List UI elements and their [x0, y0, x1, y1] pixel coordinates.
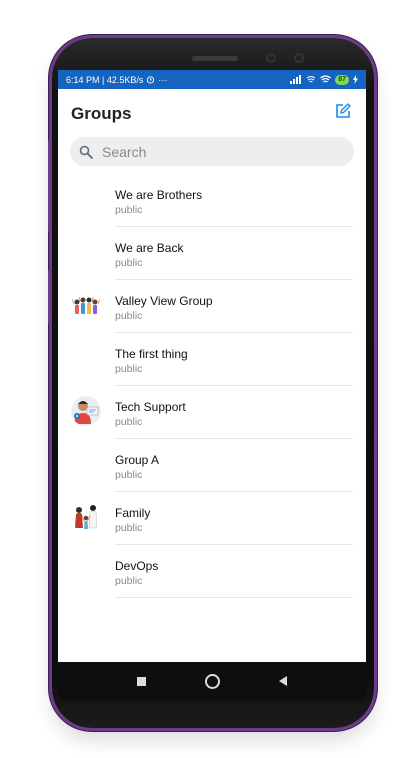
group-type: public — [115, 363, 143, 375]
wifi-icon — [320, 75, 332, 83]
earpiece-speaker — [192, 56, 238, 61]
list-item[interactable]: Valley View Group public — [58, 280, 366, 333]
volume-button — [48, 140, 51, 232]
divider — [115, 597, 353, 598]
search-icon — [79, 145, 93, 159]
bixby-button — [48, 270, 51, 324]
group-type: public — [115, 204, 143, 216]
home-button[interactable] — [204, 673, 220, 689]
group-list: We are Brothers public We are Back publi… — [58, 174, 366, 598]
group-name: Group A — [115, 453, 160, 467]
battery-indicator: 87 — [335, 74, 349, 85]
page-title: Groups — [71, 104, 132, 123]
list-item[interactable]: Family public — [58, 492, 366, 545]
search-input[interactable] — [100, 142, 304, 161]
group-type: public — [115, 469, 143, 481]
people-group-icon — [71, 296, 101, 314]
group-name: We are Back — [115, 241, 184, 255]
group-type: public — [115, 416, 143, 428]
android-nav-bar — [58, 662, 366, 700]
back-button[interactable] — [278, 676, 287, 686]
compose-icon[interactable] — [334, 102, 352, 120]
front-camera — [266, 53, 276, 63]
charging-icon — [353, 75, 358, 84]
header: Groups — [58, 89, 366, 133]
group-name: DevOps — [115, 559, 159, 573]
list-item[interactable]: We are Back public — [58, 227, 366, 280]
group-name: Family — [115, 506, 151, 520]
group-type: public — [115, 522, 143, 534]
search-bar[interactable] — [70, 137, 354, 166]
alarm-icon — [147, 76, 155, 84]
list-item[interactable]: Tech Support public — [58, 386, 366, 439]
group-type: public — [115, 310, 143, 322]
data-transfer-icon — [306, 76, 316, 83]
group-type: public — [115, 575, 143, 587]
app-screen: 6:14 PM | 42.5KB/s ··· 87 Groups Search … — [58, 70, 366, 662]
list-item[interactable]: DevOps public — [58, 545, 366, 598]
recent-apps-button[interactable] — [137, 676, 147, 686]
power-button — [374, 232, 377, 286]
list-item[interactable]: We are Brothers public — [58, 174, 366, 227]
family-icon — [75, 505, 98, 529]
group-type: public — [115, 257, 143, 269]
status-bar: 6:14 PM | 42.5KB/s ··· 87 — [58, 70, 366, 89]
list-item[interactable]: The first thing public — [58, 333, 366, 386]
list-item[interactable]: Group A public — [58, 439, 366, 492]
proximity-sensor — [294, 53, 304, 63]
signal-icon — [290, 75, 302, 84]
group-name: Tech Support — [115, 400, 186, 414]
more-notifications-icon: ··· — [158, 74, 168, 85]
group-name: Valley View Group — [115, 294, 213, 308]
status-time-speed: 6:14 PM | 42.5KB/s — [66, 74, 144, 85]
group-name: We are Brothers — [115, 188, 203, 202]
group-name: The first thing — [115, 347, 188, 361]
tech-support-icon — [71, 396, 101, 426]
